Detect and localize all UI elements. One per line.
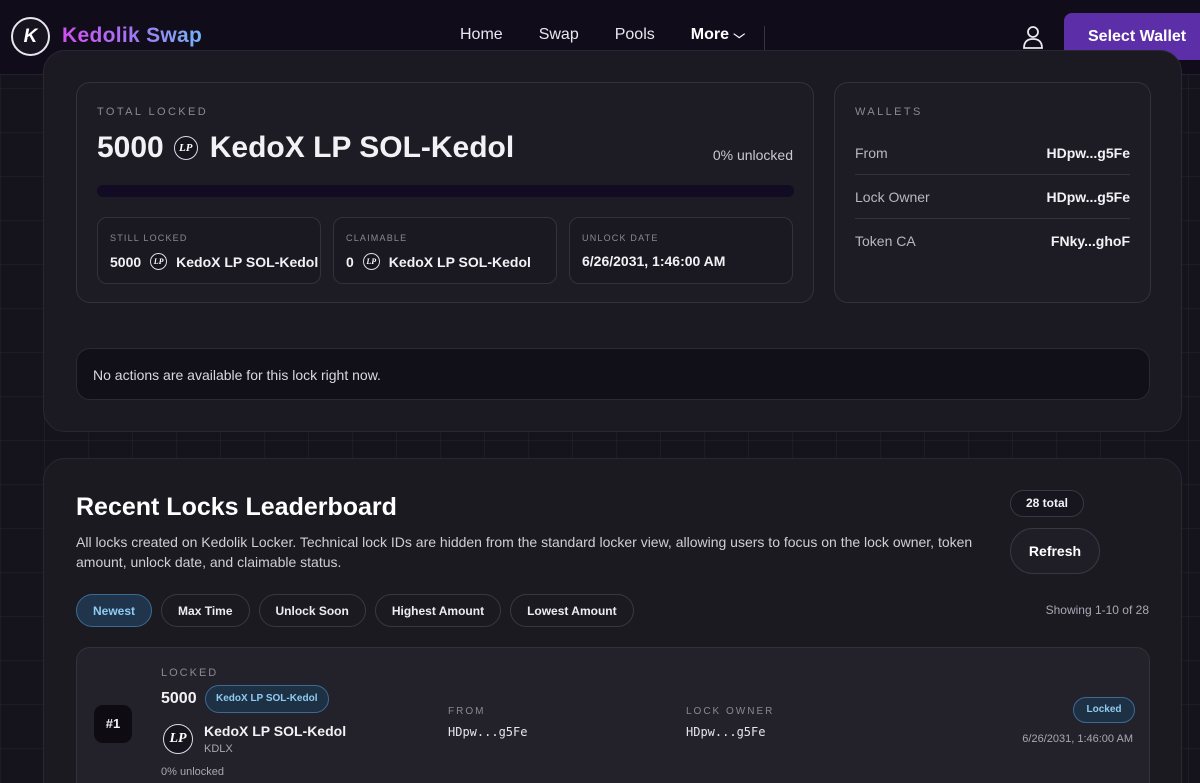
nav-divider [764,26,765,50]
nav-link-more-label: More [690,26,729,43]
unlock-date-stat: UNLOCK DATE 6/26/2031, 1:46:00 AM [569,217,793,284]
logo-icon[interactable]: K [11,17,50,56]
nav-link-pools[interactable]: Pools [615,26,655,44]
unlocked-percentage: 0% unlocked [712,147,793,163]
still-locked-value: 5000 LP KedoX LP SOL-Kedol [110,253,318,270]
no-actions-notice: No actions are available for this lock r… [76,348,1150,400]
unlock-date-value: 6/26/2031, 1:46:00 AM [582,253,726,269]
lock-owner-address[interactable]: HDpw...g5Fe [686,725,765,739]
sort-filters: Newest Max Time Unlock Soon Highest Amou… [76,594,643,627]
unlock-date-label: UNLOCK DATE [582,233,659,243]
total-locked-label: TOTAL LOCKED [97,106,209,118]
nav-link-more[interactable]: More ⌵ [674,26,767,55]
wallet-address[interactable]: FNky...ghoF [1051,233,1130,249]
total-locked-amount: 5000 LP KedoX LP SOL-Kedol [97,131,514,165]
wallets-card: WALLETS From HDpw...g5Fe Lock Owner HDpw… [834,82,1151,303]
claimable-value: 0 LP KedoX LP SOL-Kedol [346,253,531,270]
nav-link-swap[interactable]: Swap [539,26,579,44]
lock-row[interactable]: #1 LOCKED 5000 KedoX LP SOL-Kedol LP Ked… [76,647,1150,783]
lp-token-icon: LP [163,724,193,754]
nav-link-home[interactable]: Home [460,26,503,44]
from-label: FROM [448,706,486,717]
lp-token-icon: LP [173,136,198,160]
claimable-token: KedoX LP SOL-Kedol [388,253,531,270]
filter-unlock-soon[interactable]: Unlock Soon [258,594,366,627]
chevron-down-icon: ⌵ [733,28,745,41]
wallet-row-lock-owner: Lock Owner HDpw...g5Fe [855,175,1130,219]
leaderboard-panel: Recent Locks Leaderboard All locks creat… [43,458,1182,783]
locked-amount: 5000 [161,690,197,707]
wallet-row-from: From HDpw...g5Fe [855,131,1130,175]
claimable-amount: 0 [346,253,354,270]
wallet-label: Lock Owner [855,188,930,205]
leaderboard-description: All locks created on Kedolik Locker. Tec… [76,534,973,570]
token-tag: KedoX LP SOL-Kedol [205,685,329,713]
leaderboard-title: Recent Locks Leaderboard [76,493,397,521]
total-locked-card: TOTAL LOCKED 5000 LP KedoX LP SOL-Kedol … [76,82,814,303]
filter-highest-amount[interactable]: Highest Amount [374,594,502,627]
status-badge: Locked [1073,697,1135,723]
filter-lowest-amount[interactable]: Lowest Amount [510,594,634,627]
unlock-progress-bar [97,185,794,197]
user-icon[interactable] [1022,25,1044,49]
still-locked-label: STILL LOCKED [110,233,188,243]
wallet-label: From [855,144,888,161]
still-locked-stat: STILL LOCKED 5000 LP KedoX LP SOL-Kedol [97,217,321,284]
filter-newest[interactable]: Newest [76,594,153,627]
lock-details-panel: TOTAL LOCKED 5000 LP KedoX LP SOL-Kedol … [43,50,1182,432]
claimable-stat: CLAIMABLE 0 LP KedoX LP SOL-Kedol [333,217,557,284]
row-unlocked-percentage: 0% unlocked [161,766,224,778]
lp-token-icon: LP [150,253,168,270]
total-token-name: KedoX LP SOL-Kedol [209,131,515,164]
wallet-address[interactable]: HDpw...g5Fe [1047,189,1131,205]
lp-token-icon: LP [362,253,380,270]
lock-owner-label: LOCK OWNER [686,706,775,717]
rank-badge: #1 [94,705,132,743]
unlock-date: 6/26/2031, 1:46:00 AM [1022,733,1133,745]
brand-name[interactable]: Kedolik Swap [62,24,202,48]
total-amount-value: 5000 [97,131,164,164]
locked-label: LOCKED [161,667,219,679]
filter-max-time[interactable]: Max Time [161,594,250,627]
wallet-label: Token CA [855,233,916,249]
wallet-row-token-ca: Token CA FNky...ghoF [855,219,1130,263]
claimable-label: CLAIMABLE [346,233,408,243]
wallets-title: WALLETS [855,106,923,118]
still-locked-amount: 5000 [110,253,142,270]
refresh-button[interactable]: Refresh [1010,528,1100,574]
token-symbol: KDLX [204,743,233,755]
pagination-info: Showing 1-10 of 28 [1045,603,1149,617]
nav-links: Home Swap Pools More ⌵ [460,26,779,55]
still-locked-token: KedoX LP SOL-Kedol [176,253,319,270]
total-count-badge: 28 total [1010,490,1084,517]
wallet-address[interactable]: HDpw...g5Fe [1047,145,1131,161]
token-name: KedoX LP SOL-Kedol [204,723,347,739]
from-address[interactable]: HDpw...g5Fe [448,725,527,739]
